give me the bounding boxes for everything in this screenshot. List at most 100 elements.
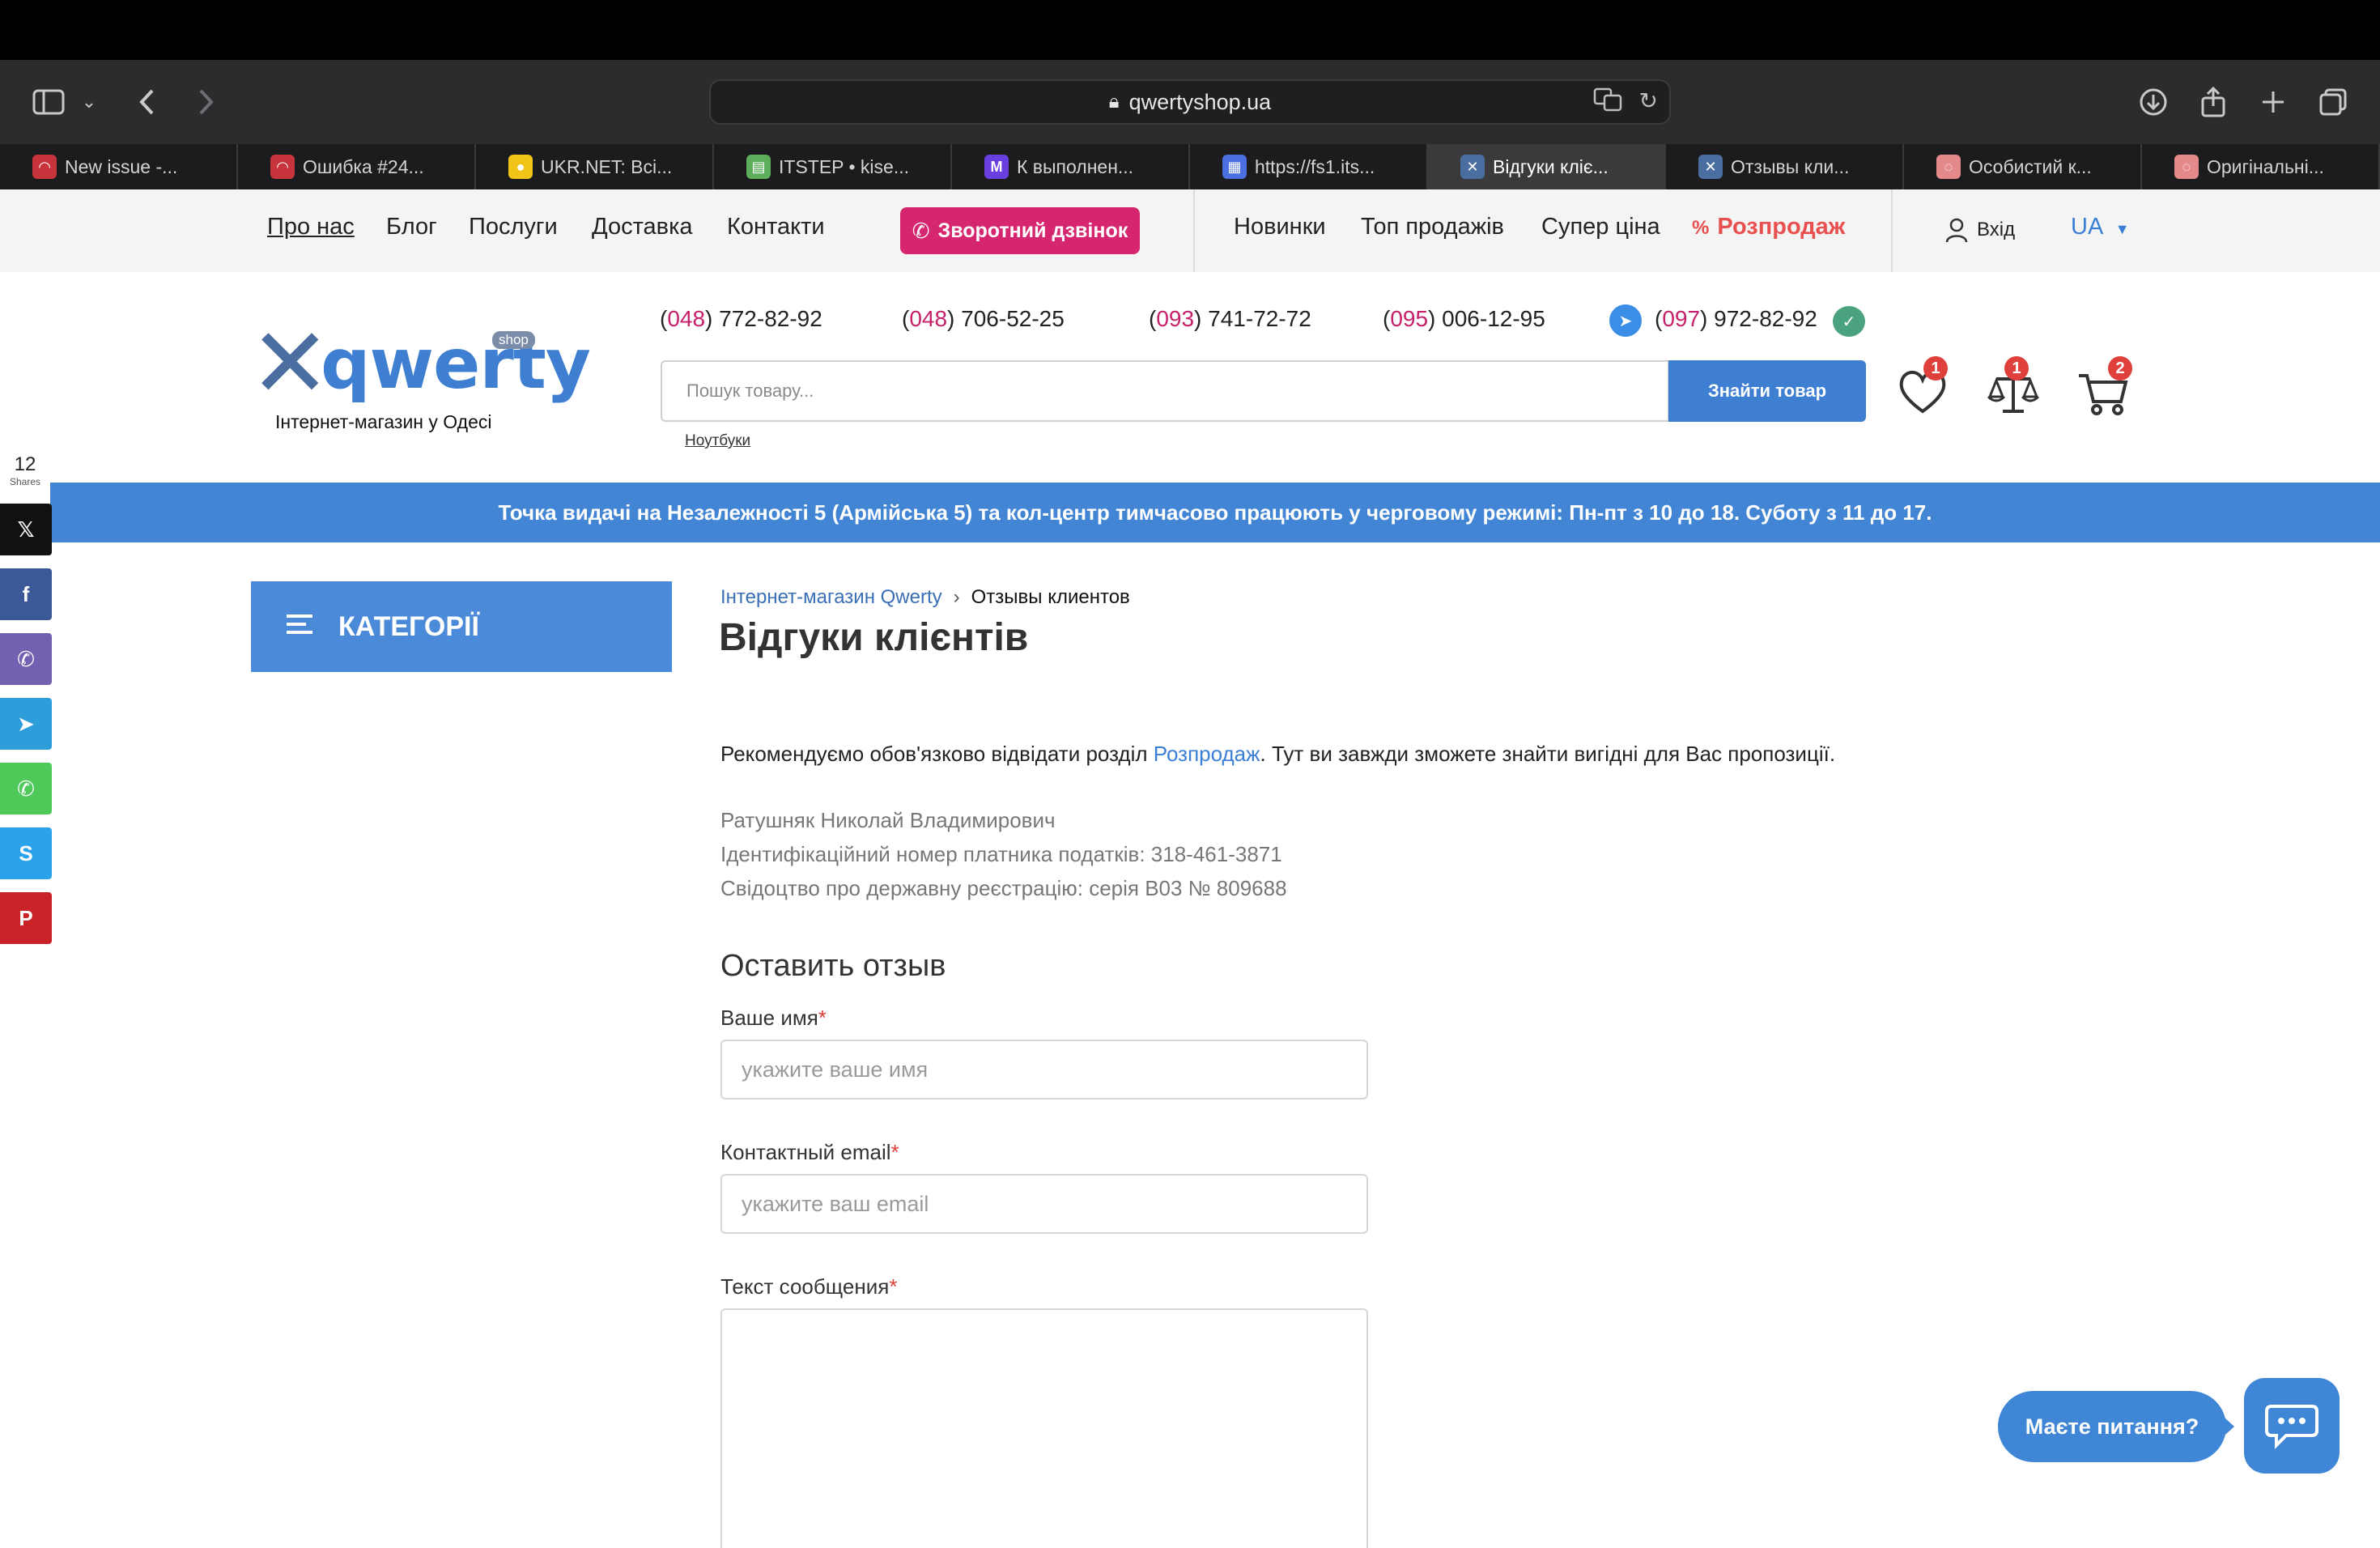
downloads-icon[interactable]: [2129, 78, 2178, 126]
facebook-share-icon[interactable]: f: [0, 568, 52, 620]
percent-icon: %: [1692, 217, 1710, 239]
browser-tab[interactable]: ◌ Особистий к...: [1904, 144, 2142, 189]
search-button[interactable]: Знайти товар: [1668, 360, 1866, 422]
tab-label: UKR.NET: Всі...: [541, 155, 673, 177]
nav-about[interactable]: Про нас: [267, 214, 355, 240]
tab-label: https://fs1.its...: [1255, 155, 1375, 177]
phone-4[interactable]: (095) 006-12-95: [1383, 306, 1545, 332]
compare-button[interactable]: 1: [1985, 356, 2042, 419]
name-field[interactable]: [720, 1040, 1368, 1099]
whatsapp-share-icon[interactable]: ✆: [0, 763, 52, 814]
site-logo[interactable]: ✕ qwerty shop: [249, 316, 591, 413]
tab-label: New issue -...: [65, 155, 178, 177]
browser-tab[interactable]: ◠ New issue -...: [0, 144, 238, 189]
menu-icon: [285, 611, 314, 643]
tab-favicon-icon: ◌: [2174, 155, 2199, 179]
tab-favicon-icon: M: [984, 155, 1009, 179]
share-icon[interactable]: [2189, 78, 2238, 126]
x-share-icon[interactable]: 𝕏: [0, 504, 52, 555]
breadcrumb-home[interactable]: Інтернет-магазин Qwerty: [720, 586, 942, 608]
chat-prompt-tail: [2216, 1410, 2234, 1443]
tab-overview-icon[interactable]: [2309, 78, 2357, 126]
email-field[interactable]: [720, 1174, 1368, 1234]
legal-tax-id: Ідентифікаційний номер платника податків…: [720, 842, 1282, 866]
cart-button[interactable]: 2: [2076, 356, 2132, 419]
skype-share-icon[interactable]: S: [0, 827, 52, 879]
page-title: Відгуки клієнтів: [719, 616, 1029, 659]
nav-top-sales[interactable]: Топ продажів: [1361, 214, 1504, 240]
legal-registration: Свідоцтво про державну реєстрацію: серія…: [720, 876, 1287, 900]
sidebar-toggle-icon[interactable]: [24, 78, 73, 126]
chevron-right-icon: ›: [953, 586, 960, 608]
search-hint-link[interactable]: Ноутбуки: [685, 432, 750, 450]
nav-services[interactable]: Послуги: [469, 214, 558, 240]
message-field[interactable]: [720, 1308, 1368, 1548]
tab-favicon-icon: ▤: [746, 155, 771, 179]
nav-new[interactable]: Новинки: [1234, 214, 1326, 240]
address-bar[interactable]: 🔒︎ qwertyshop.ua ↻: [709, 79, 1671, 125]
share-count: 12: [14, 453, 36, 475]
phone-1[interactable]: (048) 772-82-92: [660, 306, 822, 332]
browser-tab[interactable]: ◠ Ошибка #24...: [238, 144, 476, 189]
logo-word: qwerty: [321, 324, 591, 405]
chevron-down-icon[interactable]: ⌄: [73, 78, 105, 126]
browser-tab[interactable]: M К выполнен...: [952, 144, 1190, 189]
new-tab-icon[interactable]: [2249, 78, 2297, 126]
login-link[interactable]: Вхід: [1944, 217, 2015, 243]
email-label: Контактный email*: [720, 1140, 899, 1164]
pinterest-share-icon[interactable]: P: [0, 892, 52, 944]
tab-favicon-icon: ◠: [32, 155, 57, 179]
nav-sale[interactable]: % Розпродаж: [1692, 214, 1845, 240]
back-icon[interactable]: [123, 78, 172, 126]
nav-delivery[interactable]: Доставка: [592, 214, 693, 240]
login-label: Вхід: [1977, 219, 2016, 240]
window-top-bar: [0, 0, 2380, 60]
viber-share-icon[interactable]: ✆: [0, 633, 52, 685]
phone-3[interactable]: (093) 741-72-72: [1149, 306, 1311, 332]
tab-label: ITSTEP • kise...: [779, 155, 909, 177]
chat-icon: [2265, 1405, 2318, 1449]
nav-contacts[interactable]: Контакти: [727, 214, 825, 240]
browser-tab[interactable]: ✕ Відгуки кліє...: [1428, 144, 1666, 189]
search-input[interactable]: [661, 360, 1669, 422]
share-label: Shares: [9, 476, 41, 487]
browser-tab[interactable]: ◌ Оригінальні...: [2142, 144, 2380, 189]
phone-5[interactable]: (097) 972-82-92: [1655, 306, 1817, 332]
tab-strip: ◠ New issue -... ◠ Ошибка #24... ● UKR.NET: В…: [0, 144, 2380, 189]
tab-favicon-icon: ◌: [1936, 155, 1961, 179]
categories-button[interactable]: КАТЕГОРІЇ: [251, 581, 672, 672]
caret-down-icon: ▼: [2114, 221, 2130, 237]
legal-owner: Ратушняк Николай Владимирович: [720, 808, 1056, 832]
chat-button[interactable]: [2244, 1378, 2340, 1474]
forward-icon[interactable]: [181, 78, 230, 126]
browser-tab[interactable]: ✕ Отзывы кли...: [1666, 144, 1904, 189]
language-select[interactable]: UA ▼: [2071, 214, 2130, 240]
browser-tab[interactable]: ▦ https://fs1.its...: [1190, 144, 1428, 189]
kyivstar-icon: ✓: [1833, 306, 1865, 337]
lock-icon: 🔒︎: [1108, 91, 1120, 113]
reload-icon[interactable]: ↻: [1639, 87, 1658, 114]
phone-2[interactable]: (048) 706-52-25: [902, 306, 1065, 332]
share-counter: 12 Shares: [0, 453, 50, 487]
tab-favicon-icon: ▦: [1222, 155, 1247, 179]
nav-super-price[interactable]: Супер ціна: [1541, 214, 1660, 240]
translate-icon[interactable]: [1593, 87, 1622, 117]
callback-button[interactable]: ✆ Зворотний дзвінок: [900, 207, 1140, 254]
wishlist-button[interactable]: 1: [1894, 356, 1951, 419]
breadcrumb-current: Отзывы клиентов: [971, 586, 1130, 608]
tab-label: Отзывы кли...: [1731, 155, 1850, 177]
nav-blog[interactable]: Блог: [386, 214, 437, 240]
browser-tab[interactable]: ● UKR.NET: Всі...: [476, 144, 714, 189]
tab-favicon-icon: ✕: [1698, 155, 1723, 179]
telegram-icon[interactable]: ➤: [1609, 304, 1642, 337]
sale-link[interactable]: Розпродаж: [1154, 742, 1260, 766]
browser-tab[interactable]: ▤ ITSTEP • kise...: [714, 144, 952, 189]
user-icon: [1945, 218, 1968, 243]
chat-prompt[interactable]: Маєте питання?: [1998, 1391, 2226, 1462]
tab-label: Відгуки кліє...: [1493, 155, 1609, 177]
tab-favicon-icon: ●: [508, 155, 533, 179]
language-label: UA: [2071, 214, 2102, 240]
tab-favicon-icon: ✕: [1460, 155, 1485, 179]
telegram-share-icon[interactable]: ➤: [0, 698, 52, 750]
breadcrumb: Інтернет-магазин Qwerty › Отзывы клиентов: [720, 586, 1130, 609]
